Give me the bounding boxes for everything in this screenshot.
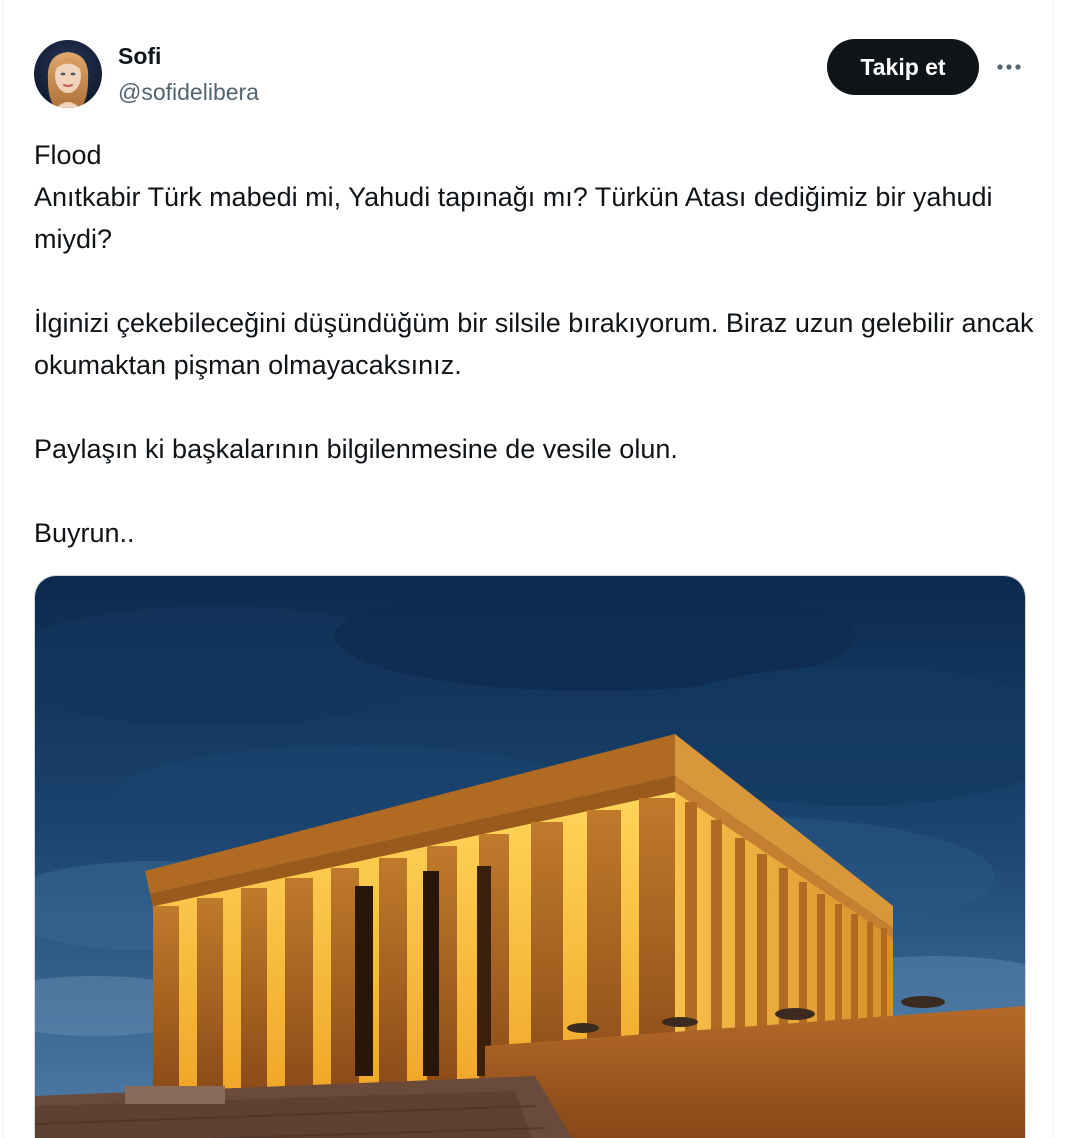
tweet-card: Sofi @sofidelibera Takip et Flood Anıtka… bbox=[0, 0, 1088, 1138]
mausoleum-photo bbox=[35, 576, 1025, 1138]
tweet-text: Flood Anıtkabir Türk mabedi mi, Yahudi t… bbox=[34, 134, 1034, 554]
ellipsis-icon bbox=[997, 64, 1021, 70]
card-border-left bbox=[2, 0, 3, 1138]
author-handle[interactable]: @sofidelibera bbox=[118, 78, 259, 106]
tweet-media-photo[interactable] bbox=[34, 575, 1026, 1138]
author-display-name[interactable]: Sofi bbox=[118, 42, 161, 70]
tweet-text-line: Paylaşın ki başkalarının bilgilenmesine … bbox=[34, 434, 678, 464]
tweet-text-line: Buyrun.. bbox=[34, 518, 135, 548]
tweet-text-line: İlginizi çekebileceğini düşündüğüm bir s… bbox=[34, 308, 1034, 380]
card-border-right bbox=[1052, 0, 1053, 1138]
follow-button[interactable]: Takip et bbox=[827, 39, 979, 95]
author-avatar[interactable] bbox=[34, 40, 102, 108]
more-options-button[interactable] bbox=[992, 50, 1026, 84]
tweet-text-line: Flood bbox=[34, 140, 102, 170]
tweet-text-line: Anıtkabir Türk mabedi mi, Yahudi tapınağ… bbox=[34, 182, 993, 254]
profile-photo bbox=[34, 40, 102, 108]
